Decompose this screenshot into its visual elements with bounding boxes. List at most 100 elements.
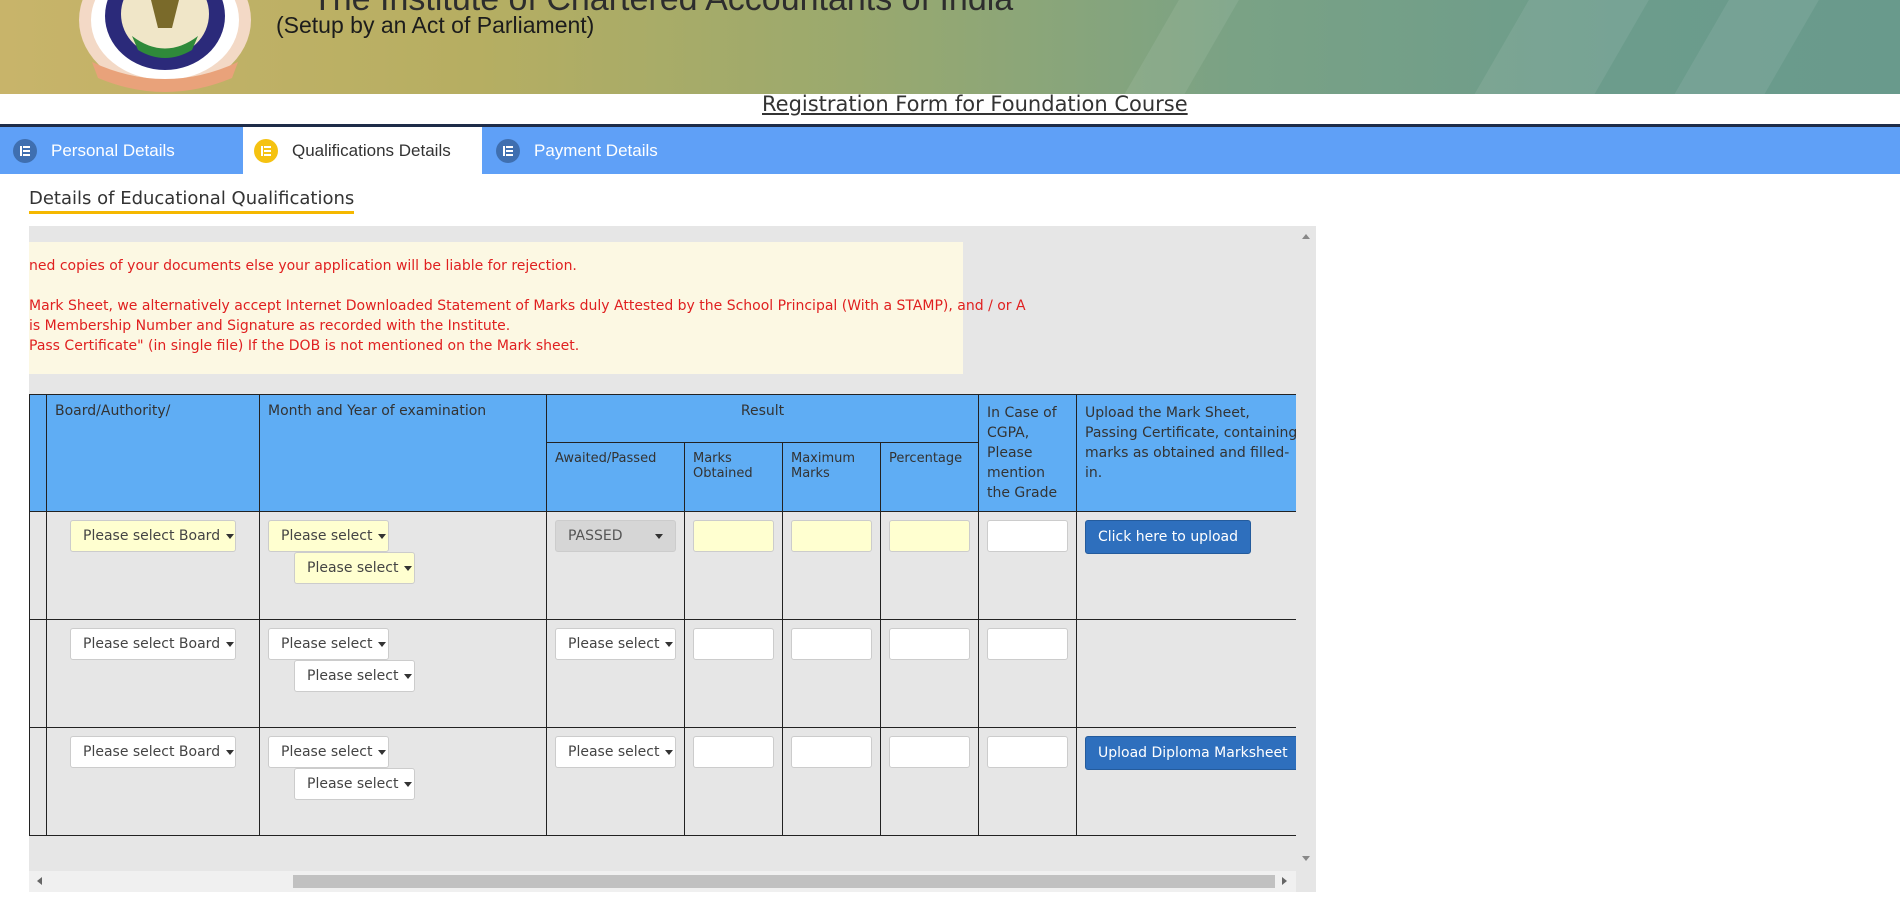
notice-box: ned copies of your documents else your a… — [29, 242, 1026, 374]
select-value: Please select — [281, 636, 373, 652]
table-cell — [684, 511, 783, 620]
maximum-marks-input[interactable] — [791, 520, 872, 552]
select-value: Please select — [307, 668, 399, 684]
cgpa-input[interactable] — [987, 736, 1068, 768]
notice-line: is Membership Number and Signature as re… — [29, 318, 511, 334]
notice-line: Mark Sheet, we alternatively accept Inte… — [29, 298, 1026, 314]
tab-payment-details[interactable]: Payment Details — [482, 127, 742, 174]
percentage-input[interactable] — [889, 628, 970, 660]
header-awaited-passed: Awaited/Passed — [546, 442, 685, 512]
caret-down-icon — [404, 781, 413, 787]
qualifications-panel[interactable]: ned copies of your documents else your a… — [29, 226, 1316, 892]
year-select[interactable]: Please select — [294, 768, 415, 800]
scroll-left-icon[interactable] — [37, 877, 42, 885]
caret-down-icon — [404, 673, 413, 679]
table-cell: Please select Please select — [259, 727, 547, 836]
org-subtitle: (Setup by an Act of Parliament) — [276, 12, 595, 38]
month-select[interactable]: Please select — [268, 628, 389, 660]
caret-down-icon — [665, 749, 674, 755]
form-icon — [496, 138, 520, 163]
header-result: Result — [546, 393, 979, 444]
table-row: Please select Board Please select Please… — [29, 619, 1310, 728]
table-cell — [880, 619, 979, 728]
table-cell — [684, 727, 783, 836]
tab-label: Personal Details — [51, 140, 175, 160]
status-select[interactable]: Please select — [555, 628, 676, 660]
table-cell — [978, 511, 1077, 620]
cgpa-input[interactable] — [987, 628, 1068, 660]
maximum-marks-input[interactable] — [791, 628, 872, 660]
table-cell — [29, 727, 47, 836]
table-cell: PASSED — [546, 511, 685, 620]
table-cell: Please select Board — [46, 619, 260, 728]
tab-qualifications-details[interactable]: Qualifications Details — [243, 127, 482, 174]
month-select[interactable]: Please select — [268, 736, 389, 768]
table-cell: Please select Board — [46, 727, 260, 836]
header-marks-obtained: Marks Obtained — [684, 442, 783, 512]
header-cgpa: In Case of CGPA, Please mention the Grad… — [978, 394, 1077, 512]
table-cell: Please select — [546, 727, 685, 836]
table-cell — [782, 619, 881, 728]
table-cell: Click here to upload — [1076, 511, 1310, 620]
select-value: PASSED — [568, 528, 623, 544]
select-value: Please select — [307, 560, 399, 576]
header-board: Board/Authority/ — [46, 394, 260, 512]
select-value: Please select — [568, 744, 660, 760]
vertical-scrollbar[interactable] — [1296, 226, 1316, 872]
table-cell — [1076, 619, 1310, 728]
status-select[interactable]: Please select — [555, 736, 676, 768]
marks-obtained-input[interactable] — [693, 736, 774, 768]
form-title: Registration Form for Foundation Course — [762, 92, 1188, 116]
caret-down-icon — [226, 749, 235, 755]
horizontal-scrollbar[interactable] — [29, 871, 1296, 892]
table-cell: Please select — [546, 619, 685, 728]
scroll-down-icon[interactable] — [1302, 856, 1310, 861]
table-cell — [782, 511, 881, 620]
table-cell — [880, 727, 979, 836]
select-value: Please select — [568, 636, 660, 652]
table-cell: Upload Diploma Marksheet — [1076, 727, 1310, 836]
scrollbar-thumb[interactable] — [293, 875, 1275, 888]
percentage-input[interactable] — [889, 520, 970, 552]
form-icon — [13, 138, 37, 163]
scroll-right-icon[interactable] — [1282, 877, 1287, 885]
select-value: Please select Board — [83, 636, 221, 652]
maximum-marks-input[interactable] — [791, 736, 872, 768]
marks-obtained-input[interactable] — [693, 628, 774, 660]
header-maximum-marks: Maximum Marks — [782, 442, 881, 512]
select-value: Please select Board — [83, 744, 221, 760]
wizard-tabs: Personal Details Qualifications Details … — [0, 127, 1900, 174]
table-cell — [978, 727, 1077, 836]
table-cell — [782, 727, 881, 836]
table-cell: Please select Please select — [259, 511, 547, 620]
board-select[interactable]: Please select Board — [70, 628, 236, 660]
caret-down-icon — [226, 533, 235, 539]
caret-down-icon — [404, 565, 413, 571]
header-percentage: Percentage — [880, 442, 979, 512]
month-select[interactable]: Please select — [268, 520, 389, 552]
board-select[interactable]: Please select Board — [70, 736, 236, 768]
table-row: Please select Board Please select Please… — [29, 511, 1310, 620]
marks-obtained-input[interactable] — [693, 520, 774, 552]
caret-down-icon — [655, 533, 663, 539]
caret-down-icon — [378, 533, 387, 539]
select-value: Please select — [307, 776, 399, 792]
header-month-year: Month and Year of examination — [259, 394, 547, 512]
caret-down-icon — [226, 641, 235, 647]
tab-personal-details[interactable]: Personal Details — [0, 127, 243, 174]
scroll-up-icon[interactable] — [1302, 234, 1310, 239]
tab-label: Payment Details — [534, 140, 658, 160]
year-select[interactable]: Please select — [294, 660, 415, 692]
board-select[interactable]: Please select Board — [70, 520, 236, 552]
select-value: Please select Board — [83, 528, 221, 544]
cgpa-input[interactable] — [987, 520, 1068, 552]
status-select[interactable]: PASSED — [555, 520, 676, 552]
table-cell — [880, 511, 979, 620]
upload-button[interactable]: Click here to upload — [1085, 520, 1251, 554]
year-select[interactable]: Please select — [294, 552, 415, 584]
header-banner: The Institute of Chartered Accountants o… — [0, 0, 1900, 94]
percentage-input[interactable] — [889, 736, 970, 768]
table-cell — [29, 511, 47, 620]
upload-diploma-button[interactable]: Upload Diploma Marksheet — [1085, 736, 1301, 770]
section-title: Details of Educational Qualifications — [29, 188, 355, 214]
